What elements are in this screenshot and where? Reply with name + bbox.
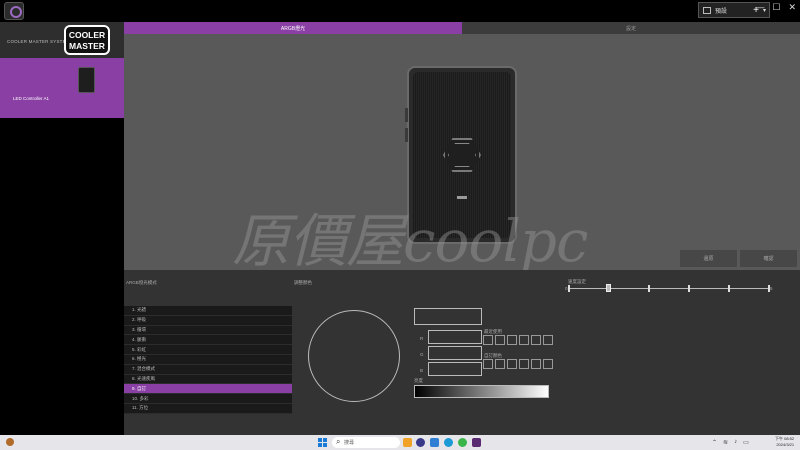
color-swatch[interactable] [507, 359, 517, 369]
color-swatch[interactable] [495, 359, 505, 369]
control-panel: ARGB燈光模式 1. 光譜 2. 呼吸 3. 循環 4. 脈衝 5. 彩虹 6. 極光 7… [124, 270, 800, 435]
tab-bar: ARGB燈光 設定 [124, 22, 800, 34]
color-swatch[interactable] [519, 359, 529, 369]
effect-item[interactable]: 5. 彩虹 [124, 345, 292, 355]
r-input[interactable] [428, 330, 482, 344]
chat-icon[interactable] [416, 438, 425, 447]
profile-label: 預設 [715, 8, 728, 15]
device-preview: 原價屋coolpc 還原 確認 [124, 34, 800, 275]
color-swatch[interactable] [531, 359, 541, 369]
start-button-icon[interactable] [318, 438, 327, 447]
speed-max-label: 5 [770, 286, 773, 291]
g-label: G [420, 352, 424, 357]
color-swatch[interactable] [543, 335, 553, 345]
cooler-master-logo: COOLER MASTER [64, 25, 110, 55]
apply-button[interactable]: 確認 [740, 250, 797, 267]
brightness-label: 亮度 [414, 378, 423, 383]
color-swatch[interactable] [483, 359, 493, 369]
clock-time: 下午 08:52 [775, 436, 795, 441]
effect-item[interactable]: 8. 光速疾風 [124, 375, 292, 385]
watermark-text: 原價屋coolpc [232, 207, 588, 275]
speed-tick [648, 285, 650, 292]
speed-tick [728, 285, 730, 292]
taskbar-clock[interactable]: 下午 08:52 2024/3/21 [775, 436, 794, 447]
effect-item[interactable]: 1. 光譜 [124, 306, 292, 316]
effect-item[interactable]: 10. 多彩 [124, 394, 292, 404]
r-label: R [420, 336, 424, 341]
device-thumbnail-icon [78, 67, 95, 93]
side-button [405, 108, 408, 122]
tab-argb-lighting[interactable]: ARGB燈光 [124, 22, 462, 34]
color-swatch[interactable] [543, 359, 553, 369]
speed-slider-thumb[interactable] [606, 284, 611, 292]
clock-date: 2024/3/21 [776, 441, 795, 447]
maximize-button[interactable]: ☐ [772, 2, 780, 13]
effect-item[interactable]: 2. 呼吸 [124, 316, 292, 326]
system-tray: ⌃ ≋ ♪ ▭ [712, 439, 749, 446]
minimize-button[interactable]: — [755, 2, 764, 13]
b-input[interactable] [428, 362, 482, 376]
chrome-icon[interactable] [458, 438, 467, 447]
mail-icon[interactable] [430, 438, 439, 447]
brand-text: COOLER MASTER SYSTEM [7, 39, 70, 44]
brand-header: COOLER MASTER SYSTEM COOLER MASTER [0, 22, 124, 58]
speed-tick [568, 285, 570, 292]
sidebar-item-device[interactable]: LED Controller A1 [0, 58, 124, 118]
hex-color-input[interactable] [414, 308, 482, 325]
app-logo-icon [4, 2, 24, 20]
sidebar: COOLER MASTER SYSTEM COOLER MASTER LED C… [0, 22, 124, 435]
window-controls: — ☐ ✕ [755, 2, 796, 13]
title-bar: 預設 + ▾ — ☐ ✕ [0, 0, 800, 22]
b-label: B [420, 368, 424, 373]
profile-icon [703, 6, 711, 14]
reset-button[interactable]: 還原 [680, 250, 737, 267]
color-wheel[interactable] [308, 310, 400, 402]
taskbar-search[interactable]: 搜尋 [332, 437, 400, 448]
file-explorer-icon[interactable] [403, 438, 412, 447]
side-button [405, 128, 408, 142]
weather-icon[interactable] [6, 438, 14, 446]
color-swatch[interactable] [531, 335, 541, 345]
brightness-gradient-slider[interactable] [414, 385, 549, 398]
color-swatch[interactable] [495, 335, 505, 345]
battery-icon[interactable]: ▭ [743, 439, 749, 446]
volume-icon[interactable]: ♪ [734, 439, 737, 446]
effects-list: 1. 光譜 2. 呼吸 3. 循環 4. 脈衝 5. 彩虹 6. 極光 7. 混合模式 8. … [124, 306, 292, 414]
wifi-icon[interactable]: ≋ [723, 439, 728, 446]
speed-slider-track[interactable] [568, 288, 768, 289]
logo-line-1: COOLER [68, 30, 106, 40]
color-swatch[interactable] [483, 335, 493, 345]
effect-item[interactable]: 11. 方位 [124, 404, 292, 414]
effect-item[interactable]: 7. 混合模式 [124, 365, 292, 375]
effects-title: ARGB燈光模式 [126, 280, 157, 285]
color-swatch[interactable] [507, 335, 517, 345]
color-picker-label: 調整顏色 [294, 280, 312, 285]
close-button[interactable]: ✕ [788, 2, 796, 13]
tab-settings[interactable]: 設定 [462, 22, 800, 34]
chevron-up-icon[interactable]: ⌃ [712, 439, 717, 446]
speed-label: 速度設定 [568, 279, 586, 284]
windows-taskbar: 搜尋 ⌃ ≋ ♪ ▭ 下午 08:52 2024/3/21 [0, 435, 800, 450]
speed-tick [768, 285, 770, 292]
g-input[interactable] [428, 346, 482, 360]
cooler-master-app-icon[interactable] [472, 438, 481, 447]
color-swatch[interactable] [519, 335, 529, 345]
logo-line-2: MASTER [69, 41, 105, 51]
effect-item[interactable]: 4. 脈衝 [124, 335, 292, 346]
speed-tick [688, 285, 690, 292]
device-name: LED Controller A1 [13, 96, 50, 101]
edge-icon[interactable] [444, 438, 453, 447]
effect-item[interactable]: 6. 極光 [124, 355, 292, 365]
effect-item[interactable]: 9. 自訂 [124, 384, 292, 395]
effect-item[interactable]: 3. 循環 [124, 326, 292, 336]
